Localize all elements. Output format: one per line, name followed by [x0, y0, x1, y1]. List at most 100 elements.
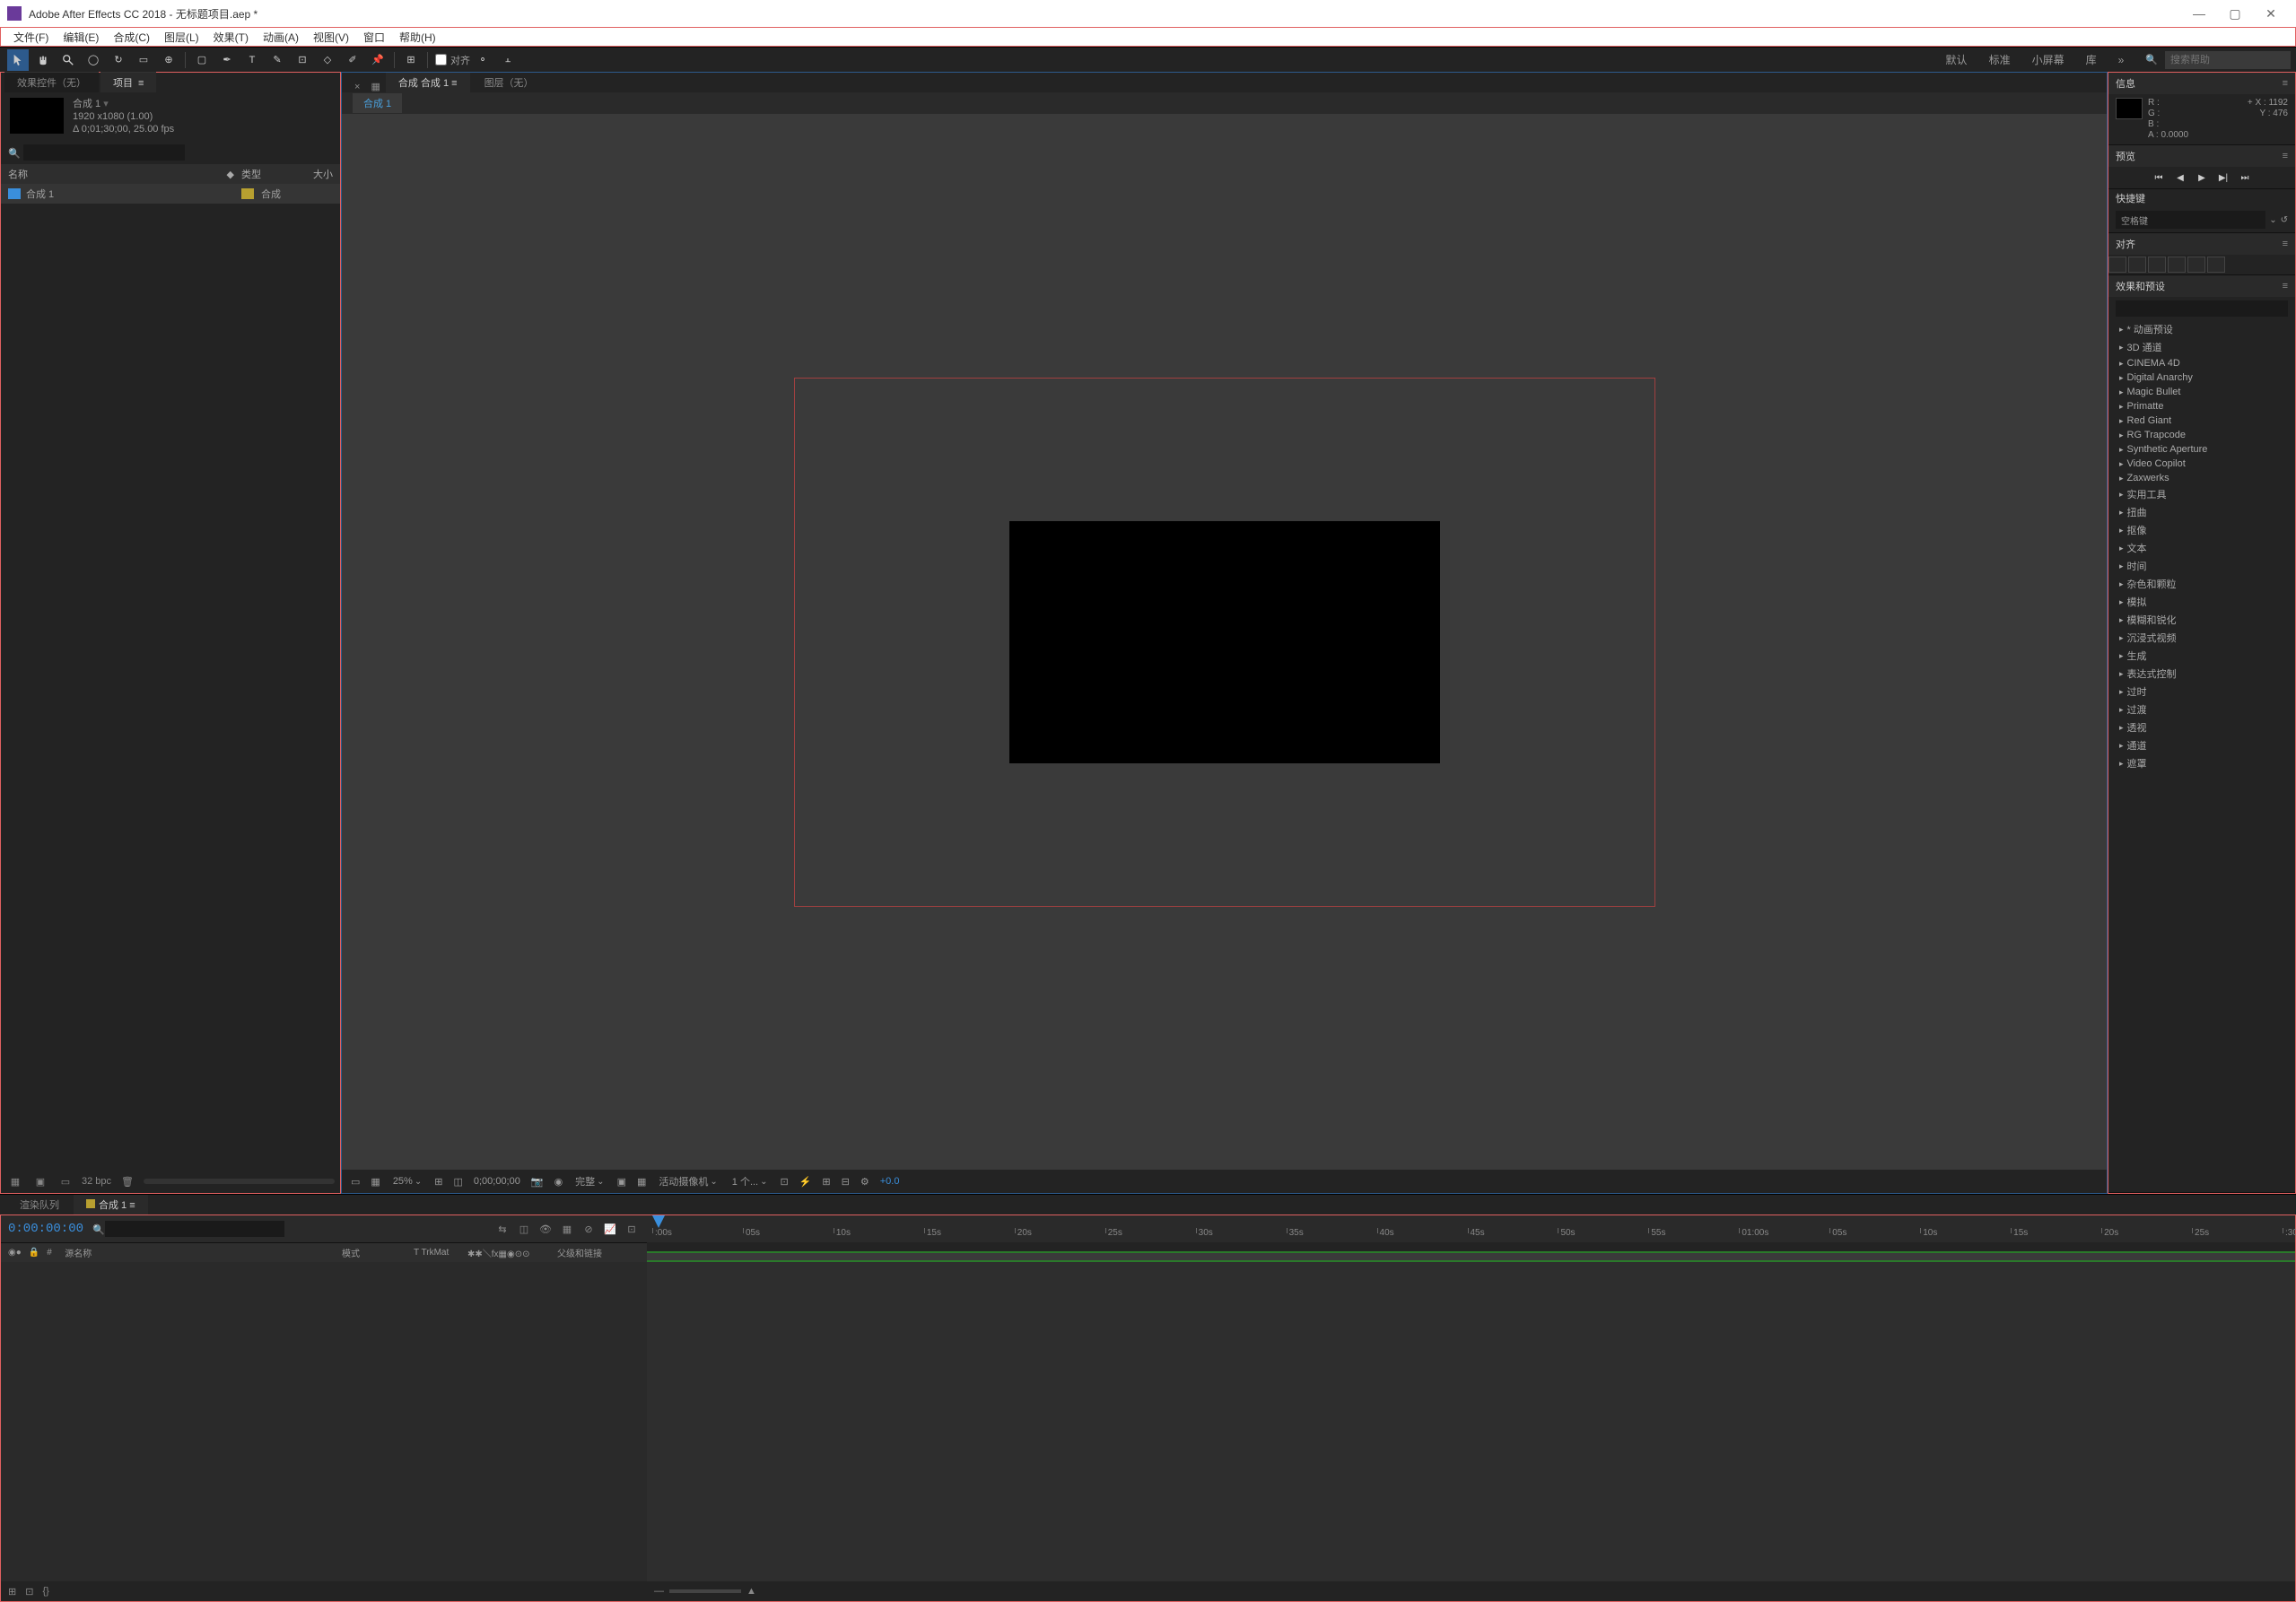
- align-panel-header[interactable]: 对齐≡: [2108, 233, 2295, 255]
- tab-timeline-comp[interactable]: 合成 1 ≡: [74, 1195, 148, 1215]
- zoom-out-icon[interactable]: —: [654, 1586, 664, 1597]
- zoom-dropdown[interactable]: 25%: [389, 1176, 425, 1187]
- fast-preview-icon[interactable]: ⚡: [798, 1176, 814, 1188]
- project-scrollbar[interactable]: [144, 1179, 335, 1184]
- active-comp-pill[interactable]: 合成 1: [353, 93, 402, 113]
- hand-tool[interactable]: [32, 49, 54, 71]
- tab-render-queue[interactable]: 渲染队列: [7, 1195, 72, 1215]
- interpret-footage-icon[interactable]: ▦: [6, 1173, 24, 1189]
- maximize-button[interactable]: ▢: [2217, 0, 2253, 27]
- pan-behind-tool[interactable]: ⊕: [158, 49, 179, 71]
- effect-category[interactable]: Digital Anarchy: [2116, 370, 2288, 385]
- current-time[interactable]: 0;00;00;00: [472, 1176, 522, 1187]
- graph-editor-icon[interactable]: 📈: [602, 1221, 618, 1237]
- first-frame-button[interactable]: ⏮: [2151, 170, 2167, 185]
- workspace-more[interactable]: »: [2108, 51, 2135, 69]
- panel-menu-icon[interactable]: ≡: [138, 78, 144, 89]
- close-window-button[interactable]: ✕: [2253, 0, 2289, 27]
- timeline-search-input[interactable]: [105, 1221, 284, 1237]
- effects-panel-header[interactable]: 效果和预设≡: [2108, 275, 2295, 297]
- effect-category[interactable]: 表达式控制: [2116, 665, 2288, 683]
- zoom-in-icon[interactable]: ▲: [746, 1586, 756, 1597]
- effect-category[interactable]: Zaxwerks: [2116, 471, 2288, 485]
- prev-frame-button[interactable]: ◀: [2172, 170, 2188, 185]
- flowchart-icon[interactable]: ⊟: [840, 1176, 851, 1188]
- toggle-in-out-icon[interactable]: {}: [42, 1586, 48, 1597]
- pen-tool[interactable]: ✒: [216, 49, 238, 71]
- timeline-ruler[interactable]: :00s05s10s15s20s25s30s35s40s45s50s55s01:…: [647, 1215, 2295, 1242]
- effect-category[interactable]: Red Giant: [2116, 414, 2288, 428]
- snap-options-icon[interactable]: ⚬: [472, 49, 493, 71]
- new-comp-icon[interactable]: ▭: [57, 1173, 74, 1189]
- zoom-tool[interactable]: [57, 49, 79, 71]
- effect-category[interactable]: 实用工具: [2116, 485, 2288, 503]
- pixel-aspect-icon[interactable]: ⊡: [779, 1176, 790, 1188]
- snapshot-icon[interactable]: 📷: [529, 1176, 546, 1188]
- composition-canvas[interactable]: [1009, 521, 1440, 763]
- tab-composition[interactable]: 合成 合成 1 ≡: [386, 73, 470, 92]
- align-top-button[interactable]: [2168, 257, 2186, 273]
- resolution-dropdown[interactable]: 完整: [572, 1174, 607, 1188]
- menu-help[interactable]: 帮助(H): [392, 28, 443, 47]
- lock-icon[interactable]: ×: [349, 82, 365, 92]
- menu-layer[interactable]: 图层(L): [157, 28, 206, 47]
- effect-category[interactable]: 抠像: [2116, 521, 2288, 539]
- effect-category[interactable]: 文本: [2116, 539, 2288, 557]
- delete-icon[interactable]: 🗑: [118, 1173, 136, 1189]
- panel-menu-icon[interactable]: ≡: [2283, 151, 2288, 161]
- effect-category[interactable]: 沉浸式视频: [2116, 629, 2288, 647]
- mask-toggle-icon[interactable]: ◫: [451, 1176, 464, 1188]
- menu-animation[interactable]: 动画(A): [256, 28, 306, 47]
- hide-shy-icon[interactable]: 👁: [537, 1221, 554, 1237]
- menu-effect[interactable]: 效果(T): [206, 28, 256, 47]
- puppet-pin-tool[interactable]: 📌: [367, 49, 388, 71]
- reset-icon[interactable]: ↺: [2281, 215, 2288, 225]
- preview-panel-header[interactable]: 预览≡: [2108, 145, 2295, 167]
- magnify-icon[interactable]: ▦: [369, 1176, 381, 1188]
- motion-blur-icon[interactable]: ⊘: [581, 1221, 597, 1237]
- effect-category[interactable]: 时间: [2116, 557, 2288, 575]
- label-swatch[interactable]: [241, 188, 254, 199]
- col-name[interactable]: 名称: [8, 167, 227, 181]
- local-axis-mode[interactable]: ⊞: [400, 49, 422, 71]
- effect-category[interactable]: Synthetic Aperture: [2116, 442, 2288, 457]
- shortcut-panel-header[interactable]: 快捷键: [2108, 189, 2295, 207]
- menu-file[interactable]: 文件(F): [6, 28, 56, 47]
- effect-category[interactable]: 模糊和锐化: [2116, 611, 2288, 629]
- shortcut-dropdown[interactable]: 空格键: [2116, 211, 2265, 229]
- toggle-modes-icon[interactable]: ⊡: [25, 1586, 33, 1598]
- align-left-button[interactable]: [2108, 257, 2126, 273]
- timeline-icon[interactable]: ⊞: [820, 1176, 832, 1188]
- effect-category[interactable]: Video Copilot: [2116, 457, 2288, 471]
- align-bottom-button[interactable]: [2207, 257, 2225, 273]
- eraser-tool[interactable]: ◇: [317, 49, 338, 71]
- roto-brush-tool[interactable]: ✐: [342, 49, 363, 71]
- effect-category[interactable]: Magic Bullet: [2116, 385, 2288, 399]
- workspace-default[interactable]: 默认: [1935, 49, 1978, 70]
- panel-menu-icon[interactable]: ≡: [451, 78, 457, 89]
- minimize-button[interactable]: —: [2181, 0, 2217, 27]
- tab-effect-controls[interactable]: 效果控件（无）: [4, 72, 99, 92]
- selection-tool[interactable]: [7, 49, 29, 71]
- tab-project[interactable]: 项目≡: [100, 72, 156, 92]
- info-panel-header[interactable]: 信息≡: [2108, 73, 2295, 94]
- timeline-tracks[interactable]: [647, 1262, 2295, 1581]
- effect-category[interactable]: 通道: [2116, 736, 2288, 754]
- workspace-library[interactable]: 库: [2075, 49, 2108, 70]
- composition-viewer[interactable]: [342, 114, 2107, 1170]
- show-channel-icon[interactable]: ◉: [553, 1176, 565, 1188]
- col-parent[interactable]: 父级和链接: [554, 1246, 643, 1259]
- rotation-tool[interactable]: ↻: [108, 49, 129, 71]
- panel-menu-icon[interactable]: ≡: [2283, 239, 2288, 249]
- effects-search-input[interactable]: [2116, 300, 2288, 317]
- effect-category[interactable]: 遮罩: [2116, 754, 2288, 772]
- work-area-bar[interactable]: [647, 1251, 2295, 1262]
- align-hcenter-button[interactable]: [2128, 257, 2146, 273]
- timeline-layer-area[interactable]: [1, 1262, 647, 1581]
- transparency-grid-icon[interactable]: ▦: [635, 1176, 648, 1188]
- snap-edges-icon[interactable]: ⫠: [497, 49, 519, 71]
- col-source-name[interactable]: 源名称: [61, 1246, 338, 1259]
- reset-exposure-icon[interactable]: ⚙: [859, 1176, 871, 1188]
- project-list[interactable]: 合成 1 合成: [1, 184, 340, 1170]
- brush-tool[interactable]: ✎: [266, 49, 288, 71]
